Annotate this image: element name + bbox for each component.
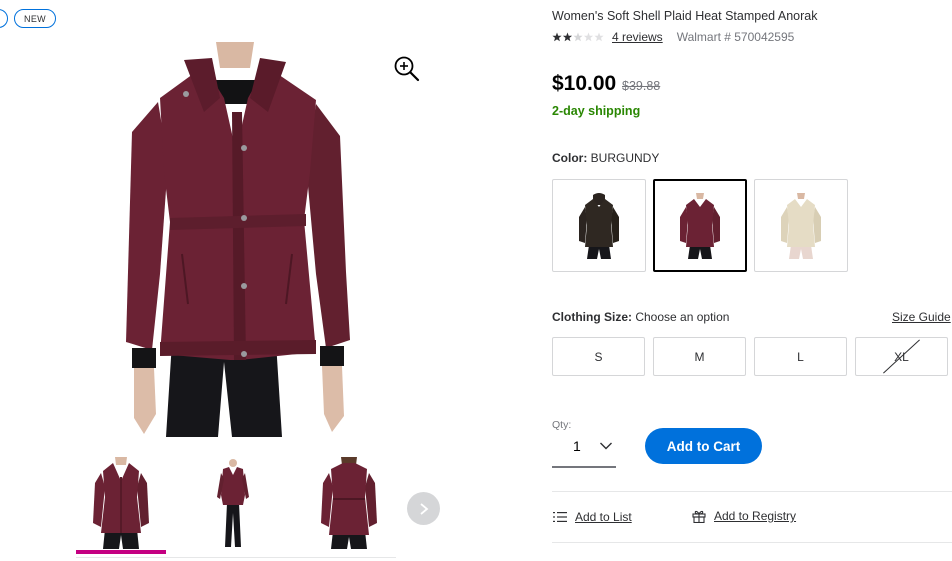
size-label: Clothing Size: Choose an option bbox=[552, 310, 730, 324]
new-badge: NEW bbox=[14, 9, 56, 28]
main-product-image[interactable] bbox=[120, 42, 372, 437]
thumbnail-full-length[interactable] bbox=[188, 452, 278, 554]
thumbnail-strip bbox=[76, 452, 396, 558]
color-swatch-black[interactable] bbox=[552, 179, 646, 272]
color-label: Color: BURGUNDY bbox=[552, 151, 660, 165]
badge-partial bbox=[0, 9, 8, 28]
add-to-cart-button[interactable]: Add to Cart bbox=[645, 428, 762, 464]
zoom-button[interactable] bbox=[393, 55, 421, 83]
shipping-label: 2-day shipping bbox=[552, 104, 641, 118]
size-guide-link[interactable]: Size Guide bbox=[892, 310, 951, 324]
quantity-select[interactable]: 1 bbox=[552, 432, 616, 468]
size-choice-prompt: Choose an option bbox=[635, 310, 730, 324]
selected-color-value: BURGUNDY bbox=[590, 151, 660, 165]
color-swatch-beige[interactable] bbox=[754, 179, 848, 272]
thumbnail-back[interactable] bbox=[304, 452, 394, 554]
add-to-registry-label: Add to Registry bbox=[714, 509, 797, 523]
size-option-l[interactable]: L bbox=[754, 337, 847, 376]
product-title: Women's Soft Shell Plaid Heat Stamped An… bbox=[552, 9, 818, 23]
star-rating bbox=[552, 32, 604, 42]
chevron-down-icon bbox=[600, 442, 612, 450]
chevron-right-icon bbox=[419, 502, 428, 515]
divider-bottom bbox=[552, 542, 952, 543]
new-badge-label: NEW bbox=[24, 13, 46, 24]
add-to-list-label: Add to List bbox=[575, 510, 632, 524]
divider bbox=[552, 491, 952, 492]
add-to-list-link[interactable]: Add to List bbox=[553, 509, 632, 525]
stars-icon bbox=[552, 32, 604, 42]
qty-label: Qty: bbox=[552, 419, 572, 431]
thumbnail-selected-indicator bbox=[76, 550, 166, 554]
size-option-xl-unavailable[interactable]: XL bbox=[855, 337, 948, 376]
unavailable-strike-icon bbox=[883, 339, 920, 374]
current-price: $10.00 bbox=[552, 72, 617, 95]
was-price: $39.88 bbox=[622, 79, 661, 93]
size-option-s[interactable]: S bbox=[552, 337, 645, 376]
quantity-value: 1 bbox=[573, 438, 581, 454]
color-swatch-burgundy[interactable] bbox=[653, 179, 747, 272]
gift-icon bbox=[692, 510, 706, 523]
item-number: Walmart # 570042595 bbox=[676, 30, 795, 44]
list-icon bbox=[553, 512, 567, 522]
reviews-link[interactable]: 4 reviews bbox=[612, 30, 663, 44]
rating-row: 4 reviews Walmart # 570042595 bbox=[552, 30, 794, 44]
add-to-registry-link[interactable]: Add to Registry bbox=[692, 508, 796, 524]
zoom-in-icon bbox=[394, 56, 420, 82]
size-option-m[interactable]: M bbox=[653, 337, 746, 376]
thumbnail-front[interactable] bbox=[76, 452, 166, 554]
thumbnail-next-button[interactable] bbox=[407, 492, 440, 525]
